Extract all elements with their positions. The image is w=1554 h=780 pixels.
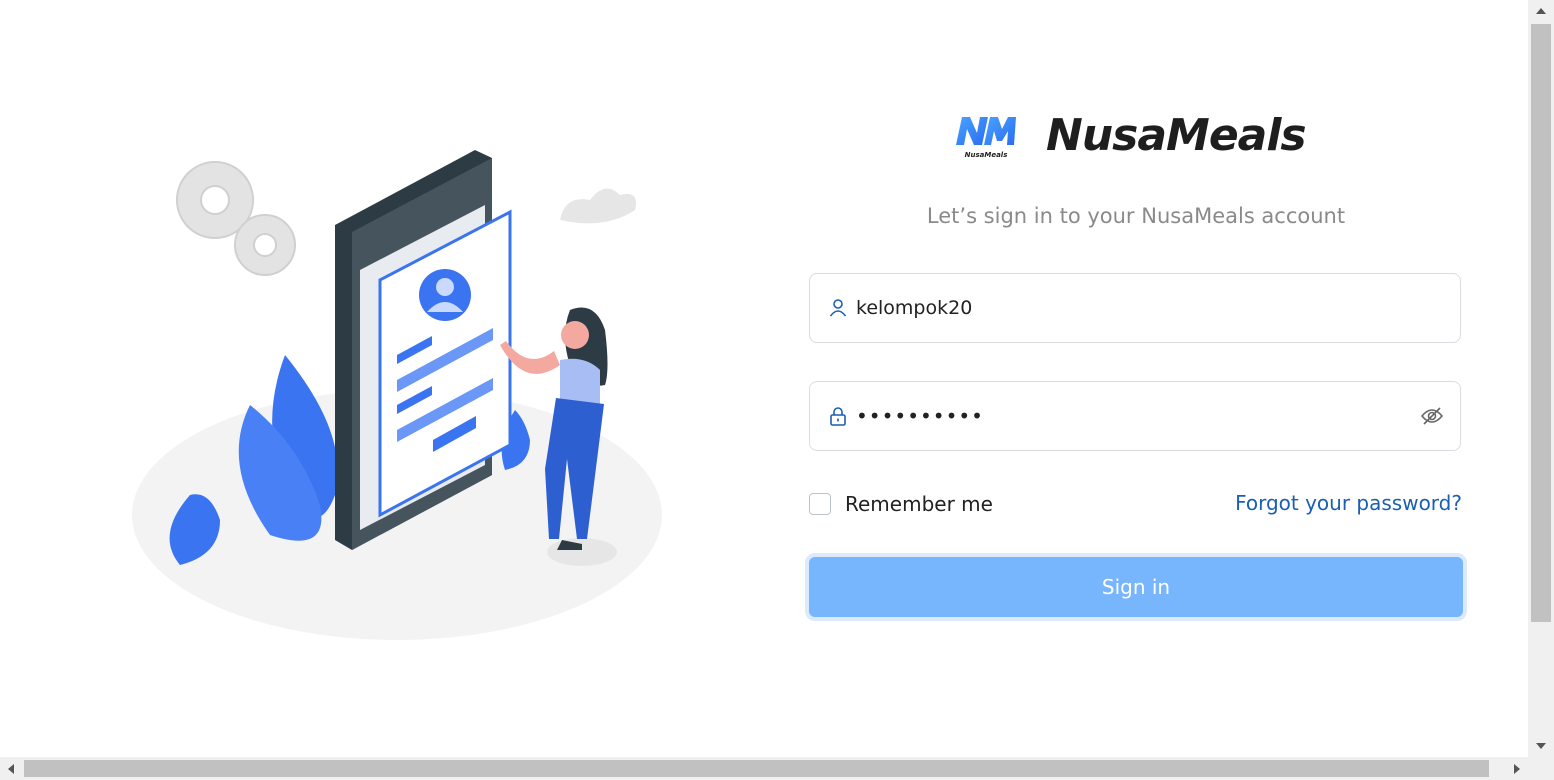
remember-me[interactable]: Remember me <box>809 492 993 516</box>
remember-label: Remember me <box>845 492 993 516</box>
vertical-scrollbar[interactable] <box>1528 0 1554 757</box>
scroll-down-icon[interactable] <box>1528 735 1554 757</box>
remember-checkbox[interactable] <box>809 493 831 515</box>
lock-icon <box>830 407 846 426</box>
gear-icon <box>176 161 296 276</box>
horizontal-scroll-thumb[interactable] <box>24 760 1489 777</box>
nusameals-logo-icon: NusaMeals <box>956 117 1016 159</box>
brand-header: NusaMeals NusaMeals <box>950 100 1307 170</box>
scroll-right-icon[interactable] <box>1506 757 1528 780</box>
scroll-left-icon[interactable] <box>0 757 22 780</box>
brand-name: NusaMeals <box>1046 109 1307 161</box>
horizontal-scrollbar[interactable] <box>0 757 1528 780</box>
login-illustration <box>120 140 680 650</box>
password-input[interactable] <box>856 396 1420 436</box>
username-input[interactable] <box>856 288 1460 328</box>
cloud-icon <box>560 188 636 224</box>
logo-caption: NusaMeals <box>965 151 1008 159</box>
scrollbar-corner <box>1528 757 1554 780</box>
signin-button[interactable]: Sign in <box>809 557 1463 617</box>
eye-slash-icon[interactable] <box>1420 404 1444 428</box>
vertical-scroll-thumb[interactable] <box>1531 24 1551 622</box>
username-field[interactable] <box>809 273 1461 343</box>
password-field[interactable] <box>809 381 1461 451</box>
scroll-up-icon[interactable] <box>1528 0 1554 22</box>
user-icon <box>829 299 847 317</box>
page-subtitle: Let’s sign in to your NusaMeals account <box>926 204 1346 228</box>
forgot-password-link[interactable]: Forgot your password? <box>1235 491 1462 515</box>
